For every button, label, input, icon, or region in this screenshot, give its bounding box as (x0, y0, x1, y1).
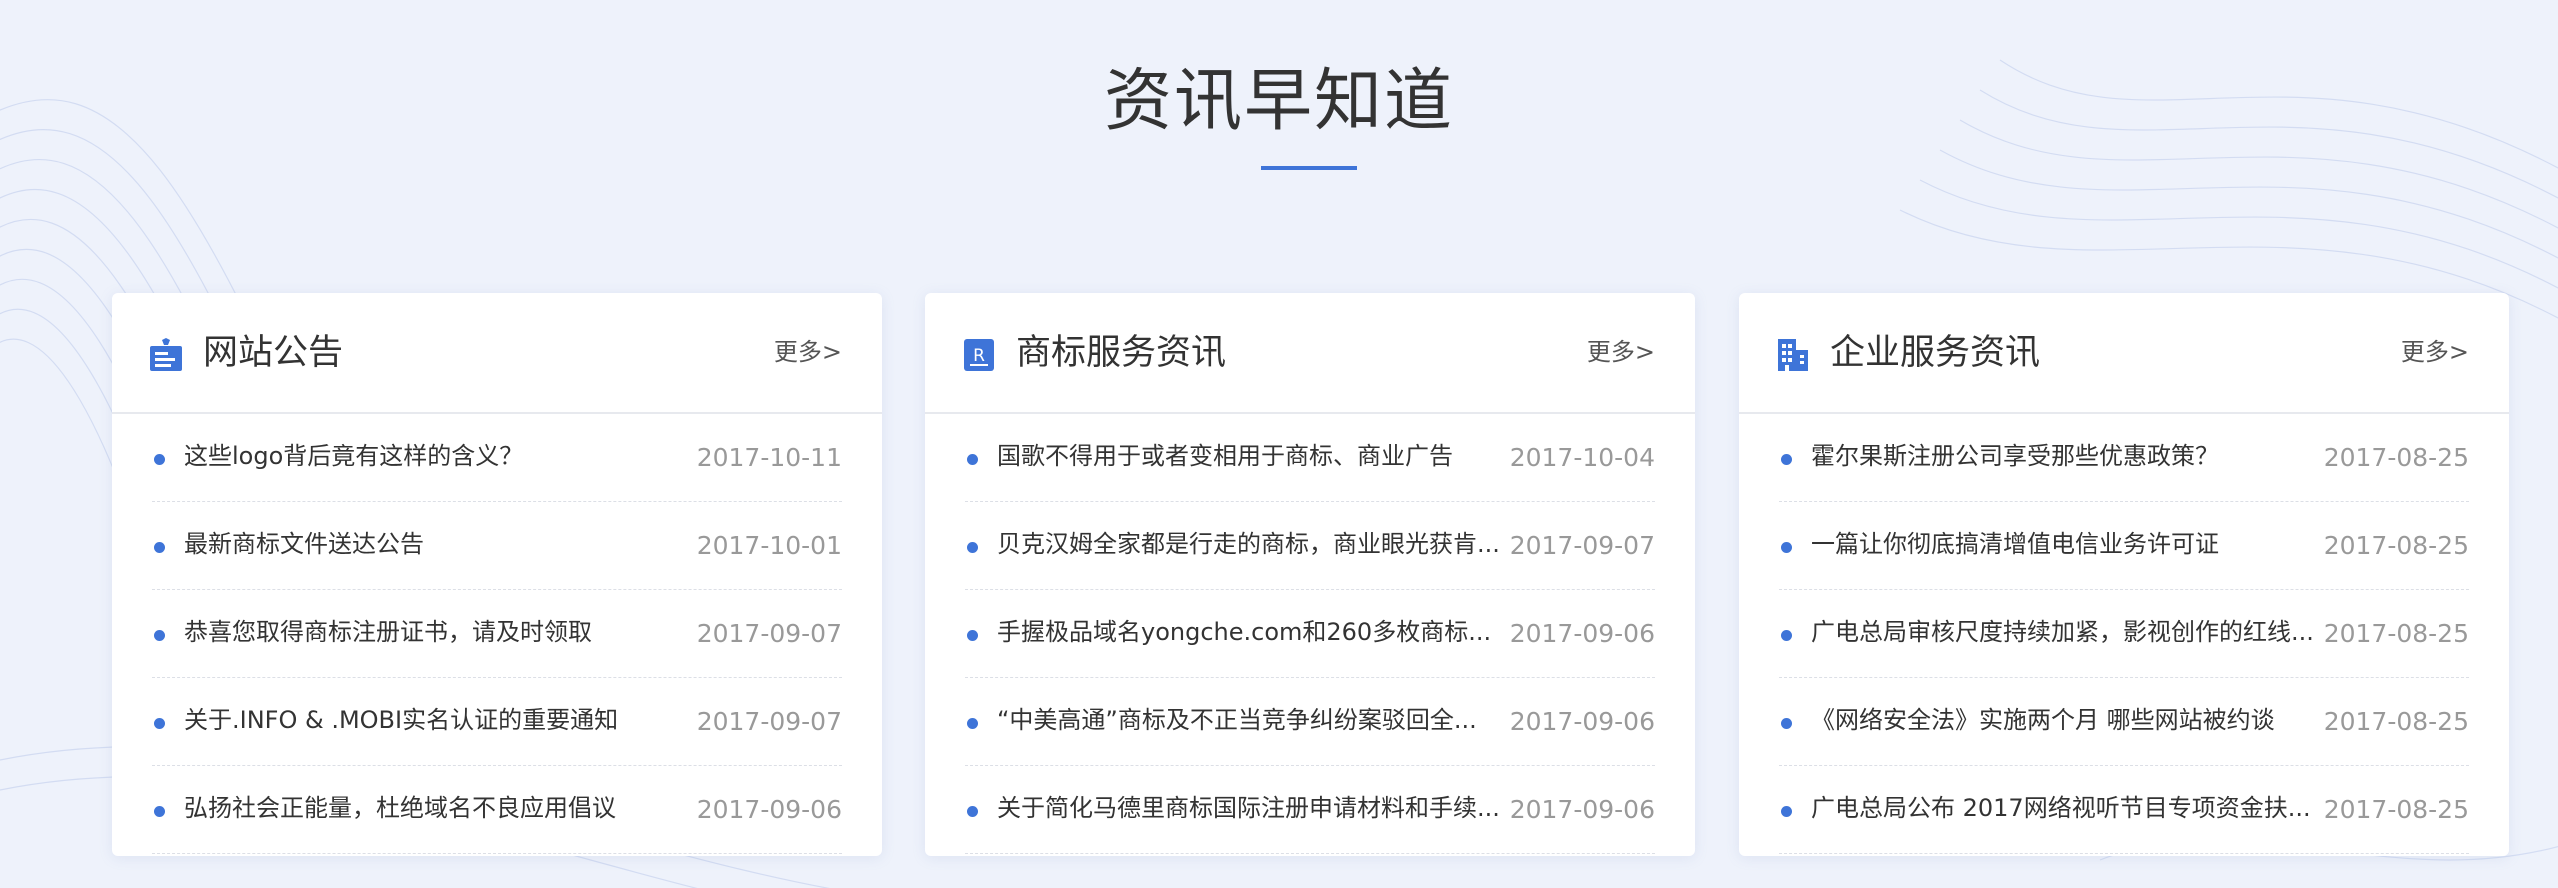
list-item[interactable]: 贝克汉姆全家都是行走的商标，商业眼光获肯... 2017-09-07 (965, 502, 1655, 590)
item-title[interactable]: 关于简化马德里商标国际注册申请材料和手续... (997, 792, 1517, 826)
bullet-dot (1781, 806, 1792, 817)
item-title[interactable]: 弘扬社会正能量，杜绝域名不良应用倡议 (184, 792, 704, 826)
trademark-r-icon: R (964, 339, 994, 371)
item-date: 2017-09-06 (1509, 619, 1655, 648)
bullet-dot (967, 718, 978, 729)
item-date: 2017-09-07 (1509, 531, 1655, 560)
list-item[interactable]: 广电总局审核尺度持续加紧，影视创作的红线... 2017-08-25 (1779, 590, 2469, 678)
bullet-dot (967, 454, 978, 465)
title-underline (1261, 166, 1357, 170)
item-title[interactable]: 霍尔果斯注册公司享受那些优惠政策？ (1811, 440, 2331, 474)
bullet-dot (967, 542, 978, 553)
item-title[interactable]: 一篇让你彻底搞清增值电信业务许可证 (1811, 528, 2331, 562)
list-item[interactable]: “中美高通”商标及不正当竞争纠纷案驳回全... 2017-09-06 (965, 678, 1655, 766)
item-date: 2017-09-06 (696, 795, 842, 824)
bullet-dot (1781, 630, 1792, 641)
svg-text:R: R (973, 346, 985, 366)
list-item[interactable]: 最新商标文件送达公告 2017-10-01 (152, 502, 842, 590)
bullet-dot (154, 454, 165, 465)
card-title: 商标服务资讯 (1016, 333, 1227, 373)
more-link[interactable]: 更多> (774, 337, 842, 368)
bullet-dot (1781, 542, 1792, 553)
item-title[interactable]: 关于.INFO & .MOBI实名认证的重要通知 (184, 704, 704, 738)
bullet-dot (154, 630, 165, 641)
item-title[interactable]: 恭喜您取得商标注册证书，请及时领取 (184, 616, 704, 650)
item-date: 2017-09-07 (696, 619, 842, 648)
item-date: 2017-10-01 (696, 531, 842, 560)
item-title[interactable]: 《网络安全法》实施两个月 哪些网站被约谈 (1811, 704, 2331, 738)
bullet-dot (154, 718, 165, 729)
card-title: 网站公告 (203, 333, 344, 373)
card-title: 企业服务资讯 (1830, 333, 2041, 373)
item-title[interactable]: 广电总局审核尺度持续加紧，影视创作的红线... (1811, 616, 2331, 650)
list-item[interactable]: 这些logo背后竟有这样的含义？ 2017-10-11 (152, 414, 842, 502)
item-date: 2017-09-07 (696, 707, 842, 736)
item-title[interactable]: 这些logo背后竟有这样的含义？ (184, 440, 704, 474)
news-list: 霍尔果斯注册公司享受那些优惠政策？ 2017-08-25 一篇让你彻底搞清增值电信… (1739, 414, 2509, 854)
card-enterprise-news: 企业服务资讯 更多> 霍尔果斯注册公司享受那些优惠政策？ 2017-08-25 一… (1739, 293, 2509, 856)
list-item[interactable]: 恭喜您取得商标注册证书，请及时领取 2017-09-07 (152, 590, 842, 678)
list-item[interactable]: 《网络安全法》实施两个月 哪些网站被约谈 2017-08-25 (1779, 678, 2469, 766)
building-icon (1778, 339, 1808, 371)
list-item[interactable]: 弘扬社会正能量，杜绝域名不良应用倡议 2017-09-06 (152, 766, 842, 854)
item-title[interactable]: 最新商标文件送达公告 (184, 528, 704, 562)
item-date: 2017-08-25 (2323, 531, 2469, 560)
card-header: 网站公告 更多> (112, 293, 882, 414)
item-date: 2017-09-06 (1509, 795, 1655, 824)
card-header: R 商标服务资讯 更多> (925, 293, 1695, 414)
item-date: 2017-10-04 (1509, 443, 1655, 472)
news-list: 这些logo背后竟有这样的含义？ 2017-10-11 最新商标文件送达公告 201… (112, 414, 882, 854)
item-title[interactable]: 贝克汉姆全家都是行走的商标，商业眼光获肯... (997, 528, 1517, 562)
bullet-dot (1781, 718, 1792, 729)
list-item[interactable]: 手握极品域名yongche.com和260多枚商标... 2017-09-06 (965, 590, 1655, 678)
more-link[interactable]: 更多> (1587, 337, 1655, 368)
item-date: 2017-08-25 (2323, 795, 2469, 824)
bullet-dot (154, 806, 165, 817)
card-website-announcements: 网站公告 更多> 这些logo背后竟有这样的含义？ 2017-10-11 最新商标… (112, 293, 882, 856)
news-list: 国歌不得用于或者变相用于商标、商业广告 2017-10-04 贝克汉姆全家都是行走… (925, 414, 1695, 854)
list-item[interactable]: 广电总局公布 2017网络视听节目专项资金扶... 2017-08-25 (1779, 766, 2469, 854)
card-trademark-news: R 商标服务资讯 更多> 国歌不得用于或者变相用于商标、商业广告 2017-10-… (925, 293, 1695, 856)
item-date: 2017-10-11 (696, 443, 842, 472)
bullet-dot (154, 542, 165, 553)
item-date: 2017-09-06 (1509, 707, 1655, 736)
list-item[interactable]: 霍尔果斯注册公司享受那些优惠政策？ 2017-08-25 (1779, 414, 2469, 502)
section-title: 资讯早知道 (1103, 62, 1454, 141)
list-item[interactable]: 关于.INFO & .MOBI实名认证的重要通知 2017-09-07 (152, 678, 842, 766)
bullet-dot (1781, 454, 1792, 465)
list-item[interactable]: 国歌不得用于或者变相用于商标、商业广告 2017-10-04 (965, 414, 1655, 502)
item-title[interactable]: “中美高通”商标及不正当竞争纠纷案驳回全... (997, 704, 1517, 738)
announcement-icon (150, 338, 182, 371)
bullet-dot (967, 630, 978, 641)
list-item[interactable]: 一篇让你彻底搞清增值电信业务许可证 2017-08-25 (1779, 502, 2469, 590)
bullet-dot (967, 806, 978, 817)
item-title[interactable]: 国歌不得用于或者变相用于商标、商业广告 (997, 440, 1517, 474)
item-title[interactable]: 手握极品域名yongche.com和260多枚商标... (997, 616, 1517, 650)
item-title[interactable]: 广电总局公布 2017网络视听节目专项资金扶... (1811, 792, 2331, 826)
card-header: 企业服务资讯 更多> (1739, 293, 2509, 414)
item-date: 2017-08-25 (2323, 443, 2469, 472)
item-date: 2017-08-25 (2323, 707, 2469, 736)
item-date: 2017-08-25 (2323, 619, 2469, 648)
more-link[interactable]: 更多> (2401, 337, 2469, 368)
list-item[interactable]: 关于简化马德里商标国际注册申请材料和手续... 2017-09-06 (965, 766, 1655, 854)
